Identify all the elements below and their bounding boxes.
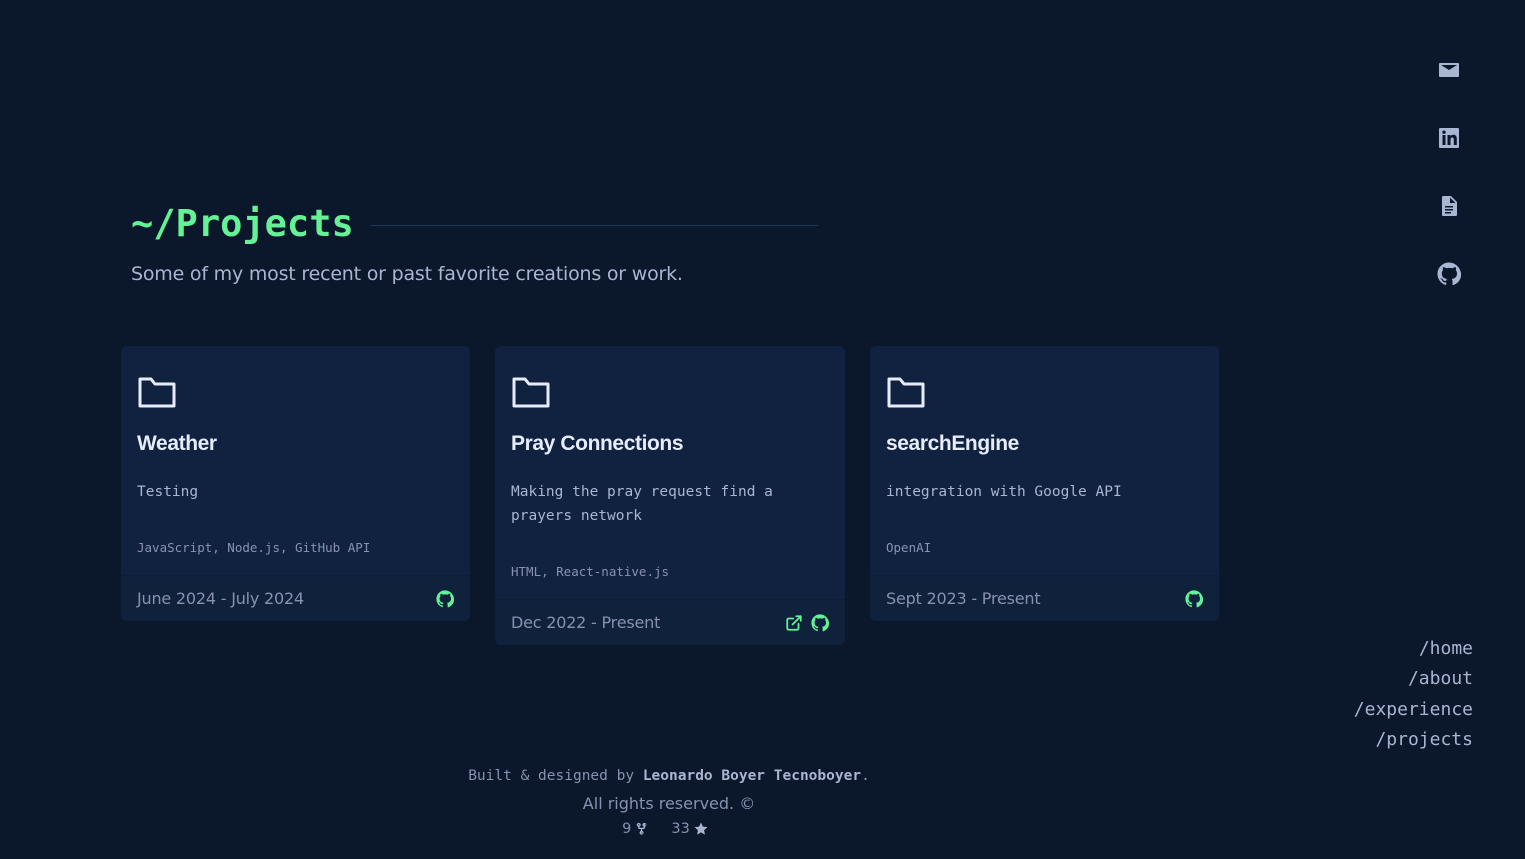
project-date: Sept 2023 - Present <box>886 589 1041 608</box>
project-card-weather[interactable]: Weather Testing JavaScript, Node.js, Git… <box>121 346 470 621</box>
project-date: Dec 2022 - Present <box>511 613 661 632</box>
star-count: 33 <box>671 821 690 837</box>
project-card-searchengine[interactable]: searchEngine integration with Google API… <box>870 346 1219 621</box>
github-icon[interactable] <box>811 613 829 632</box>
fork-count: 9 <box>622 821 632 837</box>
project-description: integration with Google API <box>886 484 1122 500</box>
page-title: ~/Projects <box>131 202 354 245</box>
project-description: Testing <box>137 484 199 500</box>
folder-icon <box>138 377 176 408</box>
title-divider <box>369 224 818 226</box>
side-nav: /home /about /experience /projects <box>1354 634 1473 755</box>
repo-stats[interactable]: 9 33 <box>467 821 871 837</box>
nav-link-about[interactable]: /about <box>1354 664 1473 694</box>
mail-icon[interactable] <box>1437 58 1461 82</box>
nav-link-home[interactable]: /home <box>1354 634 1473 664</box>
page: ~/Projects Some of my most recent or pas… <box>0 0 1525 859</box>
project-description: Making the pray request find a prayers n… <box>511 484 773 524</box>
nav-link-projects[interactable]: /projects <box>1354 725 1473 755</box>
section-header: ~/Projects <box>131 196 818 252</box>
built-suffix: . <box>861 768 870 784</box>
project-footer: June 2024 - July 2024 <box>121 575 470 621</box>
project-date: June 2024 - July 2024 <box>137 589 304 608</box>
project-card-pray-connections[interactable]: Pray Connections Making the pray request… <box>495 346 845 645</box>
star-icon <box>694 822 708 835</box>
external-link-icon[interactable] <box>785 614 803 632</box>
project-title: Pray Connections <box>511 432 684 455</box>
nav-link-experience[interactable]: /experience <box>1354 695 1473 725</box>
project-title: searchEngine <box>886 432 1019 455</box>
folder-icon <box>512 377 550 408</box>
site-footer: Built & designed by Leonardo Boyer Tecno… <box>467 768 871 837</box>
copyright-text: All rights reserved. © <box>582 794 756 813</box>
project-tech: HTML, React-native.js <box>511 564 670 579</box>
project-footer: Sept 2023 - Present <box>870 575 1219 621</box>
github-icon[interactable] <box>436 589 454 608</box>
social-links <box>1437 58 1461 330</box>
built-prefix: Built & designed by <box>468 768 643 784</box>
project-footer: Dec 2022 - Present <box>495 599 845 645</box>
linkedin-icon[interactable] <box>1437 126 1461 150</box>
page-subtitle: Some of my most recent or past favorite … <box>131 263 683 285</box>
fork-icon <box>637 822 647 835</box>
github-icon[interactable] <box>1437 262 1461 286</box>
github-icon[interactable] <box>1185 589 1203 608</box>
resume-icon[interactable] <box>1437 194 1461 218</box>
folder-icon <box>887 377 925 408</box>
author-link[interactable]: Leonardo Boyer Tecnoboyer <box>643 768 861 784</box>
built-by-text: Built & designed by Leonardo Boyer Tecno… <box>467 768 871 784</box>
project-title: Weather <box>137 432 217 455</box>
project-tech: JavaScript, Node.js, GitHub API <box>137 540 371 555</box>
project-tech: OpenAI <box>886 540 932 555</box>
